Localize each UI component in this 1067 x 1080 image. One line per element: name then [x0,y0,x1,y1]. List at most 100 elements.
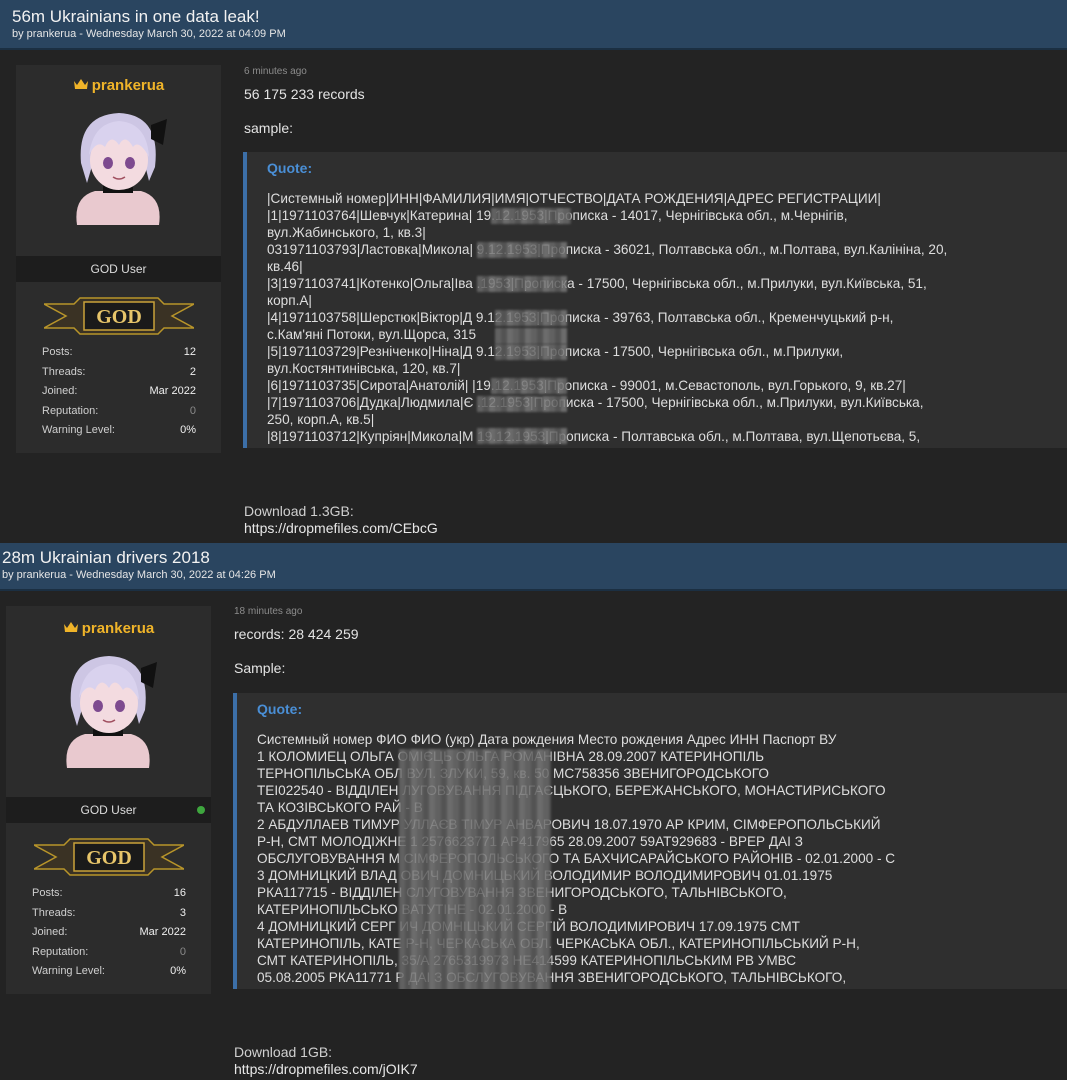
stat-posts: Posts: 16 [32,887,186,907]
redaction-blur [495,344,567,360]
download-link[interactable]: https://dropmefiles.com/CEbcG [244,520,438,536]
quote-block: Quote: |Системный номер|ИНН|ФАМИЛИЯ|ИМЯ|… [243,152,1067,448]
thread-title[interactable]: 28m Ukrainian drivers 2018 [2,548,210,568]
redaction-blur [477,242,567,258]
quote-line: |6|1971103735|Сирота|Анатолій| |19.12.19… [267,378,906,393]
quote-line: |1|1971103764|Шевчук|Катерина| 19.12.195… [267,208,848,223]
stat-value: Mar 2022 [149,385,196,397]
quote-line: 3 ДОМНИЦКИЙ ВЛАД ОВИЧ ДОМНИЦЬКИЙ ВОЛОДИМ… [257,868,833,883]
user-rank: GOD User [80,803,137,817]
stat-label: Threads: [42,365,86,378]
stat-value[interactable]: 0% [170,965,186,977]
username-text: prankerua [81,620,155,637]
crown-icon [63,620,79,637]
quote-line: Системный номер ФИО ФИО (укр) Дата рожде… [257,732,837,747]
badge-text: GOD [86,847,132,869]
stat-label: Reputation: [32,945,89,958]
download-label: Download 1.3GB: [244,503,354,519]
quote-line: 2 АБДУЛЛАЕВ ТИМУР УЛЛАЄВ ТІМУР АНВАРОВИЧ… [257,817,881,832]
quote-line: КАТЕРИНОПІЛЬСЬКО ВАТУТІНЕ - 02.01.2000 -… [257,902,568,917]
stat-threads: Threads: 3 [32,907,186,927]
user-stats: Posts: 16 Threads: 3 Joined: Mar 2022 Reput… [32,887,186,985]
user-card: prankerua GOD User [16,65,221,453]
quote-line: КАТЕРИНОПІЛЬ, КАТЕ Р-Н, ЧЕРКАСЬКА ОБЛ. Ч… [257,936,860,951]
post-body: prankerua GOD User [0,50,1067,543]
rank-bar: GOD User [16,256,221,282]
post-line: 56 175 233 records [244,86,365,102]
stat-label: Warning Level: [32,965,105,977]
post-line: sample: [244,120,294,136]
quote-line: вул.Жабинського, 1, кв.3| [267,225,426,240]
quote-line: вул.Костянтинівська, 120, кв.7| [267,361,461,376]
stat-label: Joined: [32,926,68,938]
quote-line: ТЕІ022540 - ВІДДІЛЕН ЛУГОВУВАННЯ ПІДГАЄЦ… [257,783,886,798]
username-text: prankerua [91,77,165,94]
redaction-blur [477,276,567,292]
stat-value[interactable]: 0% [180,424,196,436]
god-badge: GOD [43,296,195,336]
god-badge: GOD [33,837,185,877]
post-line: Sample: [234,660,286,676]
quote-line: |4|1971103758|Шерстюк|Віктор|Д 9.12.1953… [267,310,894,325]
crown-icon [73,77,89,94]
stat-joined: Joined: Mar 2022 [42,385,196,405]
quote-line: 1 КОЛОМИЕЦ ОЛЬГА ОМІЄЦЬ ОЛЬГА РОМАНІВНА … [257,749,765,764]
quote-line: с.Кам'яні Потоки, вул.Щорса, 315 [267,327,477,342]
quote-line: кв.46| [267,259,303,274]
thread-title[interactable]: 56m Ukrainians in one data leak! [12,7,260,27]
rank-bar: GOD User [6,797,211,823]
stat-posts: Posts: 12 [42,346,196,366]
redaction-blur [495,310,567,326]
quote-line: |7|1971103706|Дудка|Людмила|Є .12.1953|П… [267,395,924,410]
quote-line: 250, корп.А, кв.5| [267,412,375,427]
stat-label: Posts: [32,887,63,899]
quote-line: ТА КОЗІВСЬКОГО РАЙ - В [257,800,423,815]
quote-line: СМТ КАТЕРИНОПІЛЬ, 35/А 2765319973 НЕ4145… [257,953,797,968]
post-line: records: 28 424 259 [234,626,359,642]
post-time: 6 minutes ago [244,66,307,77]
avatar[interactable] [63,105,173,225]
stat-joined: Joined: Mar 2022 [32,926,186,946]
badge-text: GOD [96,306,142,328]
thread-byline: by prankerua - Wednesday March 30, 2022 … [12,28,286,40]
redaction-blur [399,749,551,989]
stat-value: 2 [189,365,196,378]
quote-line: Р-Н, СМТ МОЛОДІЖНЕ 1 2576623771 АР417965… [257,834,803,849]
post-time: 18 minutes ago [234,606,303,617]
quote-label: Quote: [257,701,303,717]
quote-text: |Системный номер|ИНН|ФАМИЛИЯ|ИМЯ|ОТЧЕСТВ… [267,190,1063,445]
quote-line: ОБСЛУГОВУВАННЯ М СІМФЕРОПОЛЬСЬКОГО ТА БА… [257,851,896,866]
stat-value[interactable]: 0 [180,946,186,958]
online-indicator-icon [197,806,205,814]
redaction-blur [477,396,567,412]
stat-value[interactable]: 0 [190,405,196,417]
redaction-blur [491,208,571,224]
quote-label: Quote: [267,160,313,176]
quote-line: РКА117715 - ВІДДІЛЕН СЛУГОВУВАННЯ ЗВЕНИГ… [257,885,787,900]
redaction-blur [495,328,567,344]
thread-1: 56m Ukrainians in one data leak! by pran… [0,0,1067,545]
stat-label: Threads: [32,906,76,919]
stat-threads: Threads: 2 [42,366,196,386]
stat-label: Reputation: [42,404,99,417]
user-rank: GOD User [90,262,147,276]
username[interactable]: prankerua [16,77,221,94]
thread-byline: by prankerua - Wednesday March 30, 2022 … [2,569,276,581]
username[interactable]: prankerua [6,620,211,637]
thread-2: 28m Ukrainian drivers 2018 by prankerua … [0,543,1067,1080]
stat-label: Joined: [42,385,78,397]
quote-line: корп.А| [267,293,312,308]
quote-line: 4 ДОМНИЦКИЙ СЕРГ ИЧ ДОМНІЦЬКИЙ СЕРГІЙ ВО… [257,919,800,934]
stat-label: Posts: [42,346,73,358]
stat-warning: Warning Level: 0% [32,965,186,985]
redaction-blur [491,378,567,394]
stat-value: 16 [173,887,186,899]
quote-line: |5|1971103729|Резніченко|Ніна|Д 9.12.195… [267,344,844,359]
stat-label: Warning Level: [42,424,115,436]
quote-line: 05.08.2005 РКА11771 Р ДАІ З ОБСЛУГОВУВАН… [257,970,847,985]
quote-block: Quote: Системный номер ФИО ФИО (укр) Дат… [233,693,1067,989]
avatar[interactable] [53,648,163,768]
user-card: prankerua GOD User [6,606,211,994]
thread-header: 56m Ukrainians in one data leak! by pran… [0,0,1067,50]
download-link[interactable]: https://dropmefiles.com/jOIK7 [234,1061,418,1077]
